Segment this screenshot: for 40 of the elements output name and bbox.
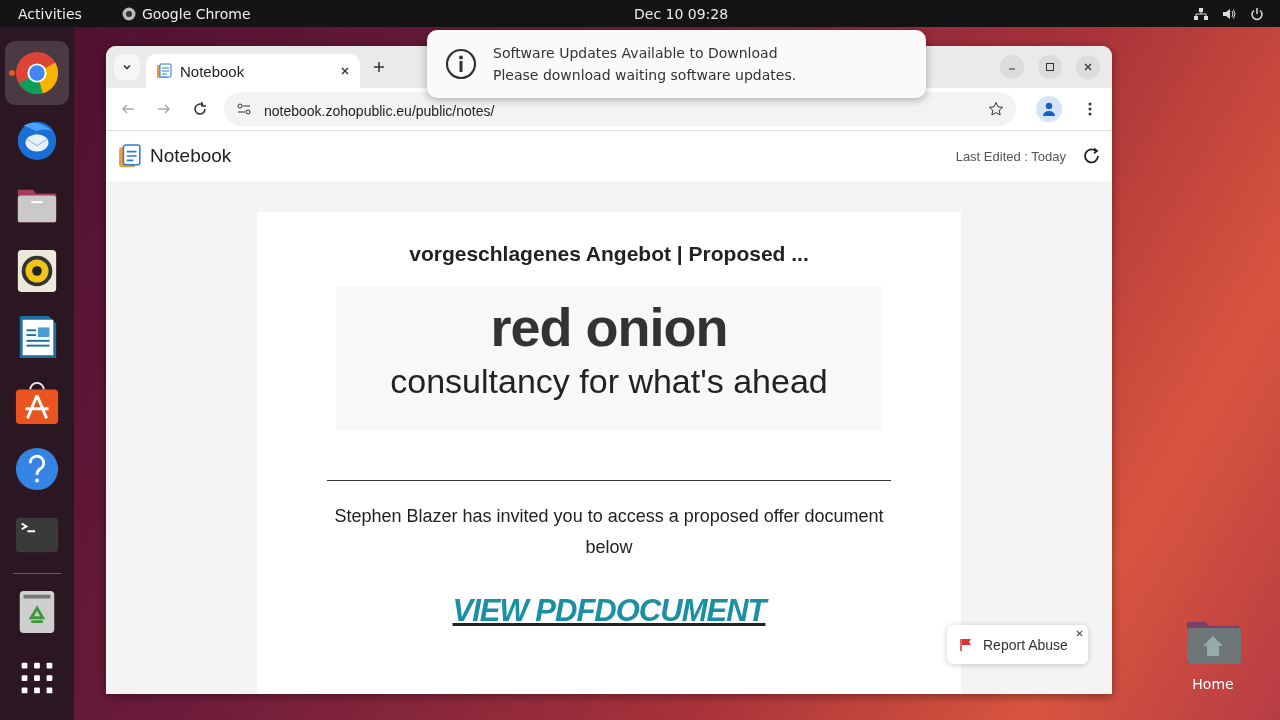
person-icon bbox=[1041, 101, 1057, 117]
last-edited-label: Last Edited : Today bbox=[955, 148, 1066, 164]
brand-name: red onion bbox=[490, 296, 728, 358]
notebook-icon bbox=[118, 144, 142, 168]
icon-label: Home bbox=[1192, 676, 1234, 692]
maximize-icon bbox=[1045, 62, 1055, 72]
brand-tagline: consultancy for what's ahead bbox=[390, 362, 828, 401]
info-icon bbox=[445, 48, 477, 80]
plus-icon bbox=[373, 61, 385, 73]
bookmark-star-icon[interactable] bbox=[988, 101, 1004, 117]
clock[interactable]: Dec 10 09:28 bbox=[634, 5, 729, 22]
power-icon[interactable] bbox=[1250, 6, 1264, 21]
activities-button[interactable]: Activities bbox=[18, 5, 82, 22]
chevron-down-icon bbox=[122, 62, 132, 72]
dock-item[interactable] bbox=[5, 41, 69, 105]
help-icon bbox=[14, 446, 60, 492]
notebook-icon bbox=[156, 63, 172, 79]
flag-icon bbox=[959, 637, 973, 652]
home-folder-icon[interactable]: Home bbox=[1180, 618, 1246, 692]
maximize-button[interactable] bbox=[1038, 55, 1062, 79]
site-settings-icon[interactable] bbox=[236, 101, 252, 117]
reload-icon[interactable] bbox=[192, 101, 208, 117]
notification-message: Please download waiting software updates. bbox=[493, 67, 797, 83]
profile-button[interactable] bbox=[1036, 96, 1062, 122]
invite-message: Stephen Blazer has invited you to access a proposed offer document below bbox=[333, 505, 885, 559]
refresh-icon[interactable] bbox=[1082, 146, 1102, 166]
notification-banner[interactable]: Software Updates Available to Download Please download waiting software updates. bbox=[427, 30, 926, 98]
app-menu[interactable]: Google Chrome bbox=[121, 5, 251, 22]
browser-tab[interactable]: Notebook bbox=[146, 54, 360, 88]
note-title: vorgeschlagenes Angebot | Proposed ... bbox=[409, 242, 809, 266]
app-title: Notebook bbox=[150, 145, 232, 167]
close-icon bbox=[1083, 62, 1093, 72]
report-abuse-link[interactable]: Report Abuse bbox=[983, 636, 1068, 653]
volume-icon[interactable] bbox=[1222, 6, 1236, 21]
shopping-bag-icon bbox=[14, 380, 60, 426]
close-icon[interactable] bbox=[340, 66, 350, 76]
network-icon[interactable] bbox=[1194, 6, 1208, 21]
close-button[interactable] bbox=[1076, 55, 1100, 79]
notification-title: Software Updates Available to Download bbox=[493, 45, 779, 61]
close-icon[interactable] bbox=[1075, 629, 1084, 638]
